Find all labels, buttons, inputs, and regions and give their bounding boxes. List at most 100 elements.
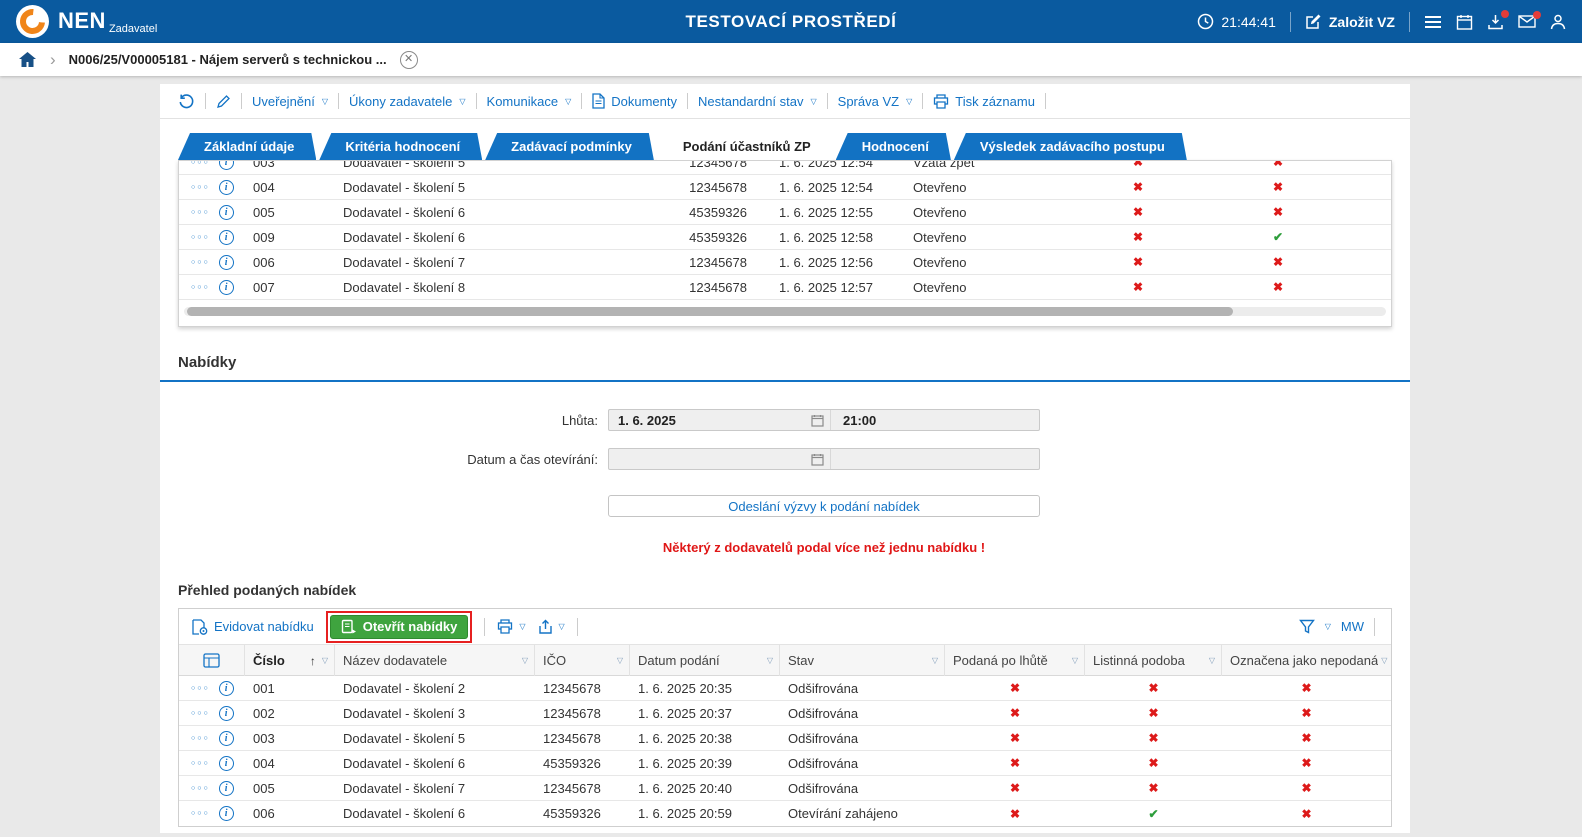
- menu-sprava-vz[interactable]: Správa VZ ▽: [838, 94, 913, 109]
- filter-caret-icon[interactable]: ▽: [1072, 656, 1078, 665]
- filter-caret-icon[interactable]: ▽: [767, 656, 773, 665]
- filter-caret-icon[interactable]: ▽: [1381, 656, 1387, 665]
- row-info-icon[interactable]: [218, 179, 234, 195]
- row-info-icon[interactable]: [218, 755, 234, 771]
- menu-uverejneni[interactable]: Uveřejnění ▽: [252, 94, 328, 109]
- col-podana-po-lhute[interactable]: Podaná po lhůtě ▽: [945, 645, 1085, 676]
- tab[interactable]: Základní údaje: [178, 133, 316, 160]
- deadline-field[interactable]: 1. 6. 2025 21:00: [608, 409, 1040, 431]
- row-actions-icon[interactable]: [191, 810, 210, 817]
- row-actions-icon[interactable]: [191, 184, 210, 191]
- export-button[interactable]: ▽: [538, 619, 565, 635]
- filter-caret-icon[interactable]: ▽: [1209, 656, 1215, 665]
- print-button[interactable]: ▽: [497, 619, 526, 634]
- profile-button[interactable]: [1550, 14, 1566, 30]
- col-cislo[interactable]: Číslo ↑ ▽: [245, 645, 335, 676]
- scrollbar-thumb[interactable]: [187, 307, 1233, 316]
- downloads-button[interactable]: [1487, 9, 1509, 30]
- sort-asc-icon[interactable]: ↑: [310, 654, 316, 668]
- row-actions-icon[interactable]: [191, 685, 210, 692]
- col-oznacena-jako-nepodana[interactable]: Označena jako nepodaná ▽: [1222, 645, 1393, 676]
- participant-row[interactable]: 006 Dodavatel - školení 7 12345678 1. 6.…: [179, 250, 1391, 275]
- opening-time-value[interactable]: [831, 449, 1039, 469]
- col-listinna-podoba[interactable]: Listinná podoba ▽: [1085, 645, 1222, 676]
- close-record-button[interactable]: ✕: [399, 50, 418, 69]
- column-settings-button[interactable]: [179, 645, 245, 676]
- row-actions-icon[interactable]: [191, 760, 210, 767]
- offer-row[interactable]: 001 Dodavatel - školení 2 12345678 1. 6.…: [179, 676, 1391, 701]
- col-datum-podani[interactable]: Datum podání ▽: [630, 645, 780, 676]
- row-info-icon[interactable]: [218, 229, 234, 245]
- row-actions-icon[interactable]: [191, 161, 210, 166]
- edit-record-button[interactable]: [216, 94, 231, 109]
- row-actions-icon[interactable]: [191, 284, 210, 291]
- horizontal-scrollbar[interactable]: [184, 307, 1386, 316]
- row-actions-icon[interactable]: [191, 735, 210, 742]
- participant-row[interactable]: 003 Dodavatel - školení 5 12345678 1. 6.…: [179, 161, 1391, 175]
- opening-field[interactable]: [608, 448, 1040, 470]
- offer-row[interactable]: 004 Dodavatel - školení 6 45359326 1. 6.…: [179, 751, 1391, 776]
- menu-tisk-zaznamu[interactable]: Tisk záznamu: [933, 94, 1035, 109]
- register-offer-button[interactable]: Evidovat nabídku: [191, 618, 314, 635]
- menu-komunikace[interactable]: Komunikace ▽: [487, 94, 572, 109]
- row-info-icon[interactable]: [218, 806, 234, 821]
- chevron-down-icon[interactable]: ▽: [1325, 622, 1331, 631]
- col-nazev-dodavatele[interactable]: Název dodavatele ▽: [335, 645, 535, 676]
- participant-row[interactable]: 007 Dodavatel - školení 8 12345678 1. 6.…: [179, 275, 1391, 300]
- nen-logo-icon[interactable]: [16, 5, 49, 38]
- menu-ukony-zadavatele[interactable]: Úkony zadavatele ▽: [349, 94, 466, 109]
- tab[interactable]: Podání účastníků ZP: [657, 133, 833, 160]
- deadline-time-value[interactable]: 21:00: [831, 410, 1039, 430]
- row-info-icon[interactable]: [218, 161, 234, 170]
- col-stav[interactable]: Stav ▽: [780, 645, 945, 676]
- calendar-button[interactable]: [1456, 14, 1473, 30]
- deadline-date-value[interactable]: 1. 6. 2025: [618, 413, 811, 428]
- row-info-icon[interactable]: [218, 204, 234, 220]
- duplicate-offer-warning: Některý z dodavatelů podal více než jedn…: [662, 540, 986, 555]
- mw-button[interactable]: MW: [1341, 619, 1364, 634]
- offer-row[interactable]: 003 Dodavatel - školení 5 12345678 1. 6.…: [179, 726, 1391, 751]
- chevron-down-icon[interactable]: ▽: [559, 622, 565, 631]
- history-button[interactable]: [178, 93, 195, 110]
- open-offers-button[interactable]: Otevřít nabídky: [329, 614, 469, 639]
- filter-button[interactable]: [1298, 619, 1315, 634]
- calendar-icon[interactable]: [811, 453, 824, 466]
- menu-dokumenty[interactable]: Dokumenty: [592, 93, 677, 109]
- participant-row[interactable]: 009 Dodavatel - školení 6 45359326 1. 6.…: [179, 225, 1391, 250]
- offer-row[interactable]: 002 Dodavatel - školení 3 12345678 1. 6.…: [179, 701, 1391, 726]
- row-info-icon[interactable]: [218, 730, 234, 746]
- send-invitation-button[interactable]: Odeslání výzvy k podání nabídek: [608, 495, 1040, 517]
- create-vz-button[interactable]: Založit VZ: [1305, 13, 1395, 30]
- tab[interactable]: Výsledek zadávacího postupu: [954, 133, 1187, 160]
- participant-row[interactable]: 005 Dodavatel - školení 6 45359326 1. 6.…: [179, 200, 1391, 225]
- row-actions-icon[interactable]: [191, 785, 210, 792]
- filter-caret-icon[interactable]: ▽: [932, 656, 938, 665]
- chevron-down-icon[interactable]: ▽: [519, 622, 525, 631]
- offer-row[interactable]: 006 Dodavatel - školení 6 45359326 1. 6.…: [179, 801, 1391, 826]
- col-ico[interactable]: IČO ▽: [535, 645, 630, 676]
- row-info-icon[interactable]: [218, 680, 234, 696]
- row-info-icon[interactable]: [218, 279, 234, 295]
- row-info-icon[interactable]: [218, 254, 234, 270]
- row-actions-icon[interactable]: [191, 209, 210, 216]
- participant-row[interactable]: 004 Dodavatel - školení 5 12345678 1. 6.…: [179, 175, 1391, 200]
- offer-row[interactable]: 005 Dodavatel - školení 7 12345678 1. 6.…: [179, 776, 1391, 801]
- row-info-icon[interactable]: [218, 780, 234, 796]
- calendar-icon[interactable]: [811, 414, 824, 427]
- filter-caret-icon[interactable]: ▽: [522, 656, 528, 665]
- home-button[interactable]: [18, 51, 37, 68]
- brand[interactable]: NEN Zadavatel: [16, 5, 157, 38]
- menu-button[interactable]: [1424, 15, 1442, 29]
- row-actions-icon[interactable]: [191, 710, 210, 717]
- filter-caret-icon[interactable]: ▽: [617, 656, 623, 665]
- menu-nestandardni-stav[interactable]: Nestandardní stav ▽: [698, 94, 817, 109]
- row-actions-icon[interactable]: [191, 234, 210, 241]
- tab[interactable]: Kritéria hodnocení: [319, 133, 482, 160]
- tab[interactable]: Zadávací podmínky: [485, 133, 654, 160]
- row-info-icon[interactable]: [218, 705, 234, 721]
- messages-button[interactable]: [1518, 11, 1541, 28]
- breadcrumb-record[interactable]: N006/25/V00005181 - Nájem serverů s tech…: [69, 52, 387, 67]
- filter-caret-icon[interactable]: ▽: [322, 656, 328, 665]
- row-actions-icon[interactable]: [191, 259, 210, 266]
- tab[interactable]: Hodnocení: [836, 133, 951, 160]
